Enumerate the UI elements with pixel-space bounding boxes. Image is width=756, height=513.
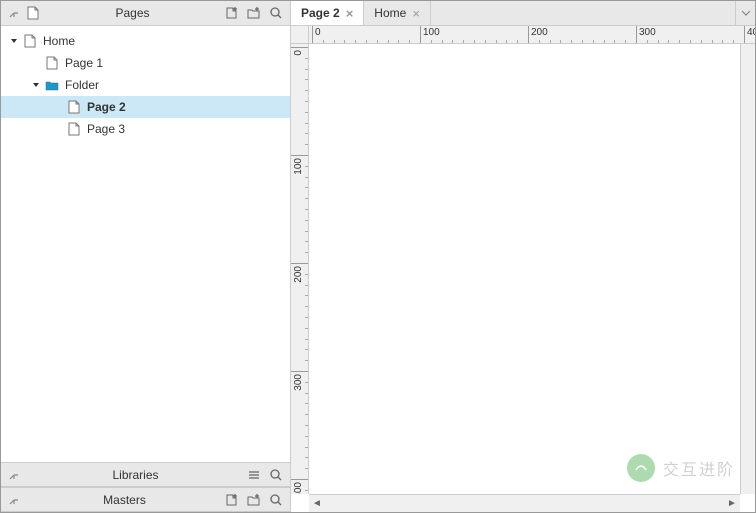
sidebar: Pages Home <box>1 1 291 512</box>
masters-panel-header[interactable]: Masters <box>1 487 290 512</box>
add-page-icon[interactable] <box>224 5 240 21</box>
ruler-corner <box>291 26 309 44</box>
masters-panel-title: Masters <box>25 493 224 507</box>
folder-icon <box>45 78 59 92</box>
scrollbar-horizontal[interactable]: ◄ ► <box>309 494 740 512</box>
canvas[interactable] <box>309 44 740 494</box>
expand-toggle-icon[interactable] <box>9 36 19 46</box>
tab-home[interactable]: Home × <box>364 1 431 25</box>
tab-page2[interactable]: Page 2 × <box>291 1 364 25</box>
menu-icon[interactable] <box>246 467 262 483</box>
page-icon <box>23 34 37 48</box>
tab-label: Home <box>374 6 406 20</box>
scrollbar-vertical[interactable] <box>740 44 755 494</box>
tree-item-home[interactable]: Home <box>1 30 290 52</box>
scroll-left-icon[interactable]: ◄ <box>309 496 325 512</box>
tree-item-page1[interactable]: Page 1 <box>1 52 290 74</box>
libraries-panel-title: Libraries <box>25 468 246 482</box>
tree-item-label: Folder <box>65 78 99 92</box>
search-icon[interactable] <box>268 5 284 21</box>
tree-item-page3[interactable]: Page 3 <box>1 118 290 140</box>
page-icon <box>67 100 81 114</box>
tab-label: Page 2 <box>301 6 340 20</box>
ruler-horizontal[interactable]: 010020030040 <box>309 26 755 44</box>
add-folder-icon[interactable] <box>246 5 262 21</box>
tabs-dropdown-icon[interactable] <box>735 1 755 25</box>
ruler-vertical[interactable]: 0100200300400 <box>291 44 309 494</box>
search-icon[interactable] <box>268 492 284 508</box>
libraries-panel-header[interactable]: Libraries <box>1 462 290 487</box>
add-folder-icon[interactable] <box>246 492 262 508</box>
collapse-icon[interactable] <box>7 493 21 507</box>
page-icon <box>45 56 59 70</box>
page-icon <box>67 122 81 136</box>
scroll-right-icon[interactable]: ► <box>724 496 740 512</box>
tree-item-page2[interactable]: Page 2 <box>1 96 290 118</box>
close-icon[interactable]: × <box>412 7 420 20</box>
close-icon[interactable]: × <box>346 7 354 20</box>
tree-item-label: Page 1 <box>65 56 103 70</box>
pages-panel-title: Pages <box>41 6 224 20</box>
pages-panel-header: Pages <box>1 1 290 26</box>
page-icon <box>25 5 41 21</box>
add-page-icon[interactable] <box>224 492 240 508</box>
tree-item-label: Page 3 <box>87 122 125 136</box>
expand-toggle-icon[interactable] <box>31 80 41 90</box>
tree-item-label: Page 2 <box>87 100 126 114</box>
tree-item-label: Home <box>43 34 75 48</box>
collapse-icon[interactable] <box>7 468 21 482</box>
pages-tree: Home Page 1 Folder <box>1 26 290 462</box>
tree-item-folder[interactable]: Folder <box>1 74 290 96</box>
canvas-area: Page 2 × Home × 010020030040 01002003004… <box>291 1 755 512</box>
collapse-icon[interactable] <box>7 6 21 20</box>
search-icon[interactable] <box>268 467 284 483</box>
tabs-bar: Page 2 × Home × <box>291 1 755 26</box>
